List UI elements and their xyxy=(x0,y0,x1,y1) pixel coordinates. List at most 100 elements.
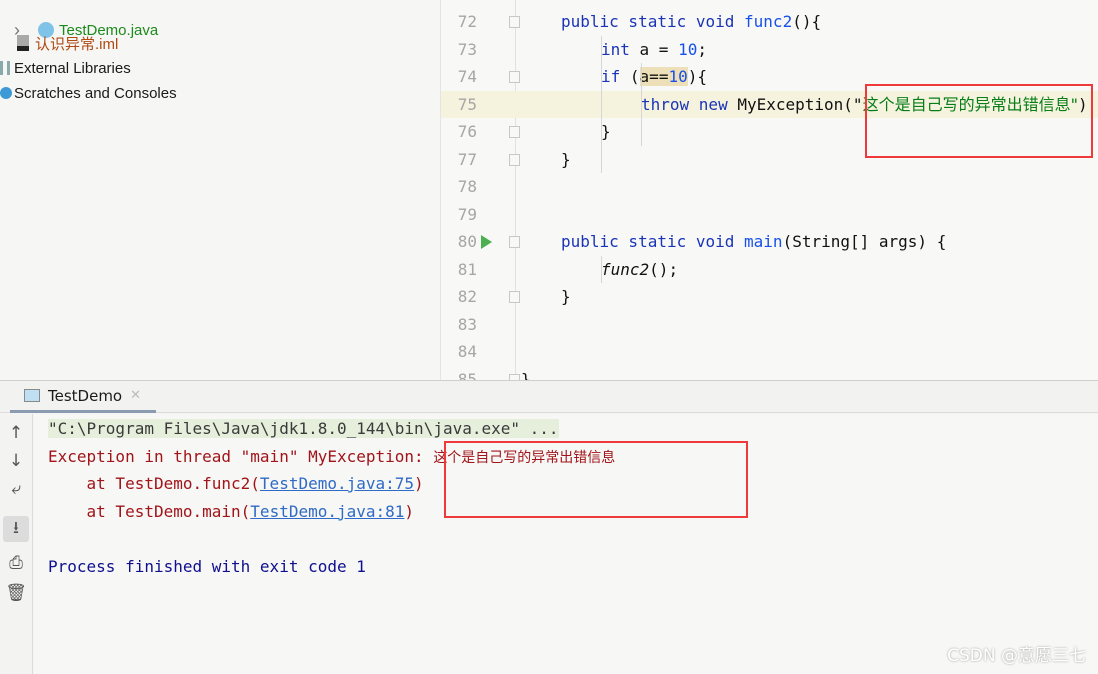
tree-item[interactable]: 认识异常.iml xyxy=(17,31,118,55)
code-text: } xyxy=(561,146,571,174)
line-number[interactable]: 85 xyxy=(449,366,477,381)
fold-marker-icon[interactable] xyxy=(509,126,520,138)
line-number[interactable]: 78 xyxy=(449,173,477,201)
tab-testdemo[interactable]: TestDemo ✕ xyxy=(10,381,156,413)
print-icon[interactable]: ⎙ xyxy=(3,550,29,576)
tree-item-label: 认识异常.iml xyxy=(35,35,119,53)
code-token: MyException(" xyxy=(737,94,863,114)
code-line[interactable]: 78 xyxy=(441,173,1098,201)
code-line[interactable]: 84 xyxy=(441,338,1098,366)
code-token: if xyxy=(601,67,630,86)
code-token: a== xyxy=(639,67,669,86)
iml-file-icon xyxy=(17,35,29,51)
down-arrow-icon[interactable]: ↓ xyxy=(3,448,29,474)
line-number[interactable]: 76 xyxy=(449,118,477,146)
code-token: } xyxy=(601,122,611,141)
code-line[interactable]: 82} xyxy=(441,283,1098,311)
project-tree-panel: › TestDemo.java 认识异常.iml External Libraries… xyxy=(0,0,440,380)
code-text: public static void main(String[] args) { xyxy=(561,228,946,256)
up-arrow-icon[interactable]: ↑ xyxy=(3,420,29,446)
line-number[interactable]: 84 xyxy=(449,338,477,366)
code-token: func2 xyxy=(744,12,793,31)
code-text: } xyxy=(521,366,531,381)
console-text: at TestDemo.func2( xyxy=(48,474,260,493)
fold-marker-icon[interactable] xyxy=(509,291,520,303)
code-line[interactable]: 80 public static void main(String[] args)… xyxy=(441,228,1098,256)
code-line[interactable]: 73 int a = 10; xyxy=(441,36,1098,64)
fold-marker-icon[interactable] xyxy=(509,71,520,83)
code-token: int xyxy=(601,39,640,59)
indent-guide xyxy=(601,35,602,173)
console-text: at TestDemo.main( xyxy=(48,501,251,521)
code-text: public static void func2(){ xyxy=(561,8,821,36)
code-text: func2(); xyxy=(601,256,678,284)
tree-item-label: Scratches and Consoles xyxy=(14,84,177,102)
tree-item[interactable]: External Libraries xyxy=(0,56,131,80)
code-token: func2 xyxy=(601,259,650,279)
code-token: public static void xyxy=(561,12,745,31)
soft-wrap-icon[interactable]: ⤶ xyxy=(3,476,29,502)
highlight-box-console xyxy=(444,441,748,518)
code-token: 10 xyxy=(678,39,698,59)
line-number[interactable]: 79 xyxy=(449,201,477,229)
line-number[interactable]: 73 xyxy=(449,36,477,64)
console-text: Exception in thread "main" MyException: xyxy=(48,446,434,466)
tab-label: TestDemo xyxy=(48,386,123,405)
console-text: ) xyxy=(404,501,415,521)
code-line[interactable]: 81 func2(); xyxy=(441,256,1098,284)
stacktrace-link[interactable]: TestDemo.java:75 xyxy=(260,474,414,493)
code-token: ; xyxy=(697,39,707,59)
console-text: ) xyxy=(414,474,424,493)
line-number[interactable]: 81 xyxy=(449,256,477,284)
tree-item-label: External Libraries xyxy=(14,59,131,77)
line-number[interactable]: 82 xyxy=(449,283,477,311)
fold-marker-icon[interactable] xyxy=(509,236,520,248)
console-toolbar: ↑ ↓ ⤶ ⭳ ⎙ 🗑 xyxy=(0,414,33,674)
code-text: } xyxy=(601,118,611,146)
code-text: } xyxy=(561,283,571,311)
tree-item[interactable]: Scratches and Consoles xyxy=(0,81,177,105)
code-text: int a = 10; xyxy=(601,36,707,64)
console-text: "C:\Program Files\Java\jdk1.8.0_144\bin\… xyxy=(48,419,559,438)
console-icon xyxy=(24,389,40,402)
fold-marker-icon[interactable] xyxy=(509,153,520,166)
code-line[interactable]: 72 public static void func2(){ xyxy=(441,8,1098,36)
stacktrace-link[interactable]: TestDemo.java:81 xyxy=(250,502,404,521)
code-line[interactable]: 83 xyxy=(441,311,1098,339)
watermark: CSDN @意愿三七 xyxy=(947,646,1086,666)
highlight-box-editor xyxy=(865,84,1093,158)
line-number[interactable]: 77 xyxy=(449,146,477,174)
console-line: "C:\Program Files\Java\jdk1.8.0_144\bin\… xyxy=(48,415,559,443)
library-icon xyxy=(0,61,10,75)
console-line: Process finished with exit code 1 xyxy=(48,553,366,581)
code-token: throw new xyxy=(641,94,738,114)
code-token: } xyxy=(561,149,571,169)
line-number[interactable]: 75 xyxy=(449,91,477,119)
line-number[interactable]: 74 xyxy=(449,63,477,91)
code-token: } xyxy=(561,287,571,306)
console-text: Process finished with exit code 1 xyxy=(48,556,366,576)
code-token: 10 xyxy=(668,67,688,86)
trash-icon[interactable]: 🗑 xyxy=(3,580,29,606)
line-number[interactable]: 80 xyxy=(449,228,477,256)
code-text: if (a==10){ xyxy=(601,63,707,91)
indent-guide xyxy=(601,255,602,283)
code-token: (); xyxy=(649,259,679,279)
code-token: main xyxy=(744,232,783,251)
console-line: at TestDemo.main(TestDemo.java:81) xyxy=(48,498,415,526)
code-editor[interactable]: 72 public static void func2(){73 int a = 1… xyxy=(440,0,1098,380)
fold-marker-icon[interactable] xyxy=(509,16,520,28)
line-number[interactable]: 83 xyxy=(449,311,477,339)
code-token: a = xyxy=(639,39,679,59)
code-token: ){ xyxy=(687,67,707,86)
code-token: public static void xyxy=(561,232,745,251)
code-token: ( xyxy=(629,67,640,86)
line-number[interactable]: 72 xyxy=(449,8,477,36)
code-line[interactable]: 79 xyxy=(441,201,1098,229)
code-line[interactable]: 85} xyxy=(441,366,1098,381)
run-gutter-icon[interactable] xyxy=(481,235,492,249)
run-toolwindow-header: TestDemo ✕ xyxy=(0,381,1098,413)
console-line: at TestDemo.func2(TestDemo.java:75) xyxy=(48,470,424,498)
scroll-to-end-icon[interactable]: ⭳ xyxy=(3,516,29,542)
close-tab-icon[interactable]: ✕ xyxy=(130,388,141,403)
